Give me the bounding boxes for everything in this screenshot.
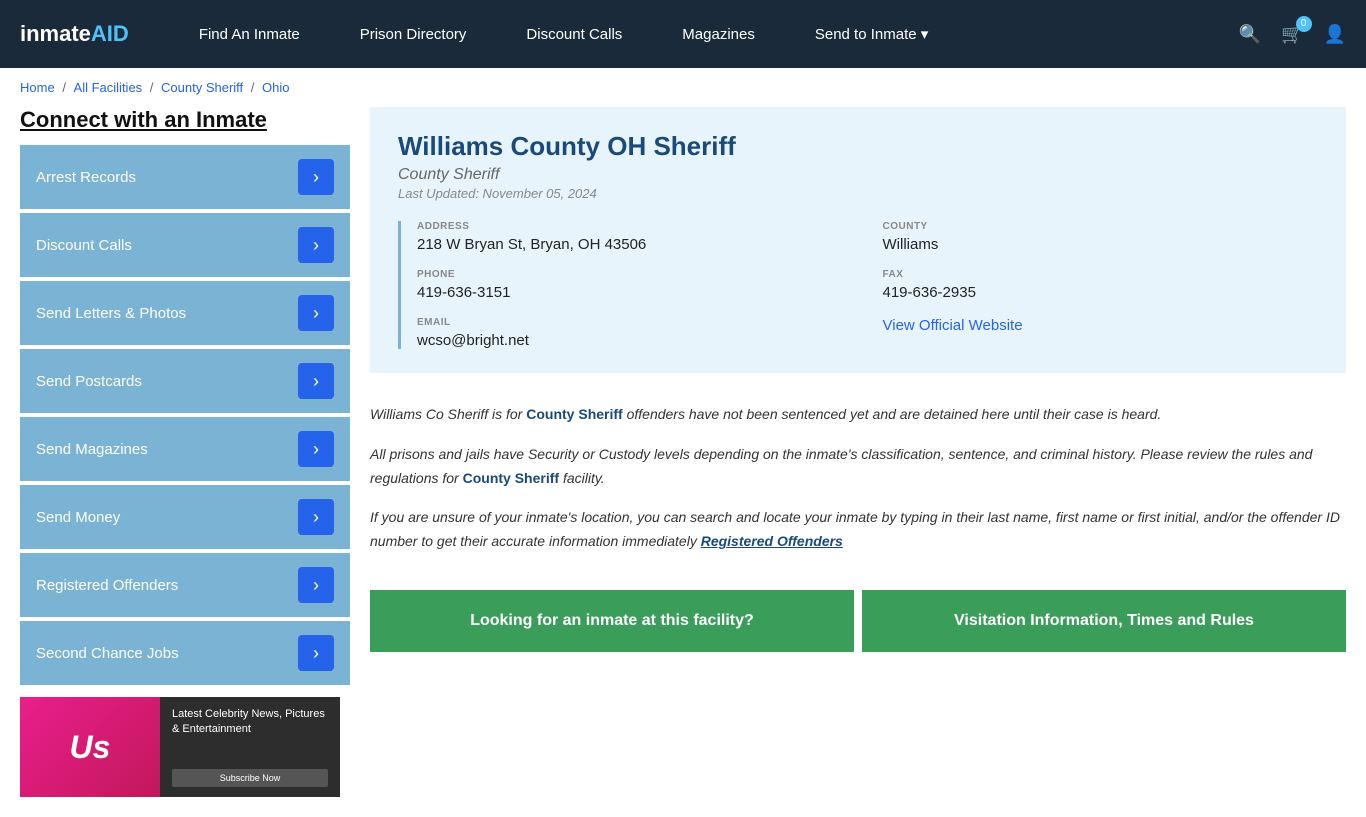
content-area: Williams County OH Sheriff County Sherif… (370, 107, 1346, 797)
sidebar-title: Connect with an Inmate (20, 107, 350, 133)
sidebar-item-send-magazines[interactable]: Send Magazines › (20, 417, 350, 481)
description-p2: All prisons and jails have Security or C… (370, 443, 1346, 491)
main-container: Connect with an Inmate Arrest Records › … (0, 107, 1366, 817)
fax-label: FAX (883, 269, 1319, 280)
phone-value: 419-636-3151 (417, 284, 853, 301)
description-p3: If you are unsure of your inmate's locat… (370, 506, 1346, 554)
registered-offenders-link[interactable]: Registered Offenders (701, 533, 843, 549)
arrow-icon: › (298, 295, 334, 331)
bottom-buttons: Looking for an inmate at this facility? … (370, 590, 1346, 652)
sidebar-item-discount-calls[interactable]: Discount Calls › (20, 213, 350, 277)
ad-logo: Us (20, 697, 160, 797)
website-link[interactable]: View Official Website (883, 317, 1023, 334)
fax-block: FAX 419-636-2935 (883, 269, 1319, 301)
nav-prison-directory[interactable]: Prison Directory (330, 0, 497, 68)
advertisement[interactable]: Us Latest Celebrity News, Pictures & Ent… (20, 697, 340, 797)
phone-label: PHONE (417, 269, 853, 280)
email-label: EMAIL (417, 317, 853, 328)
email-block: EMAIL wcso@bright.net (417, 317, 853, 349)
sidebar-item-send-money[interactable]: Send Money › (20, 485, 350, 549)
breadcrumb-all-facilities[interactable]: All Facilities (74, 80, 143, 95)
nav-links: Find An Inmate Prison Directory Discount… (169, 0, 1239, 68)
nav-find-inmate[interactable]: Find An Inmate (169, 0, 330, 68)
breadcrumb: Home / All Facilities / County Sheriff /… (0, 68, 1366, 107)
arrow-icon: › (298, 499, 334, 535)
facility-card: Williams County OH Sheriff County Sherif… (370, 107, 1346, 373)
looking-for-inmate-button[interactable]: Looking for an inmate at this facility? (370, 590, 854, 652)
address-label: ADDRESS (417, 221, 853, 232)
county-block: COUNTY Williams (883, 221, 1319, 253)
arrow-icon: › (298, 363, 334, 399)
facility-subtitle: County Sheriff (398, 166, 1318, 184)
sidebar-item-send-letters[interactable]: Send Letters & Photos › (20, 281, 350, 345)
visitation-info-button[interactable]: Visitation Information, Times and Rules (862, 590, 1346, 652)
facility-info: ADDRESS 218 W Bryan St, Bryan, OH 43506 … (398, 221, 1318, 349)
description-p1: Williams Co Sheriff is for County Sherif… (370, 403, 1346, 427)
breadcrumb-home[interactable]: Home (20, 80, 55, 95)
breadcrumb-ohio[interactable]: Ohio (262, 80, 289, 95)
breadcrumb-county-sheriff[interactable]: County Sheriff (161, 80, 243, 95)
sidebar-item-registered-offenders[interactable]: Registered Offenders › (20, 553, 350, 617)
facility-description: Williams Co Sheriff is for County Sherif… (370, 393, 1346, 580)
facility-last-updated: Last Updated: November 05, 2024 (398, 186, 1318, 201)
ad-headline: Latest Celebrity News, Pictures & Entert… (172, 707, 328, 738)
county-sheriff-highlight-1: County Sheriff (526, 406, 622, 422)
sidebar-item-send-postcards[interactable]: Send Postcards › (20, 349, 350, 413)
phone-block: PHONE 419-636-3151 (417, 269, 853, 301)
county-value: Williams (883, 236, 1319, 253)
ad-cta[interactable]: Subscribe Now (172, 769, 328, 787)
nav-send-to-inmate[interactable]: Send to Inmate ▾ (785, 0, 958, 68)
arrow-icon: › (298, 635, 334, 671)
sidebar-item-second-chance-jobs[interactable]: Second Chance Jobs › (20, 621, 350, 685)
arrow-icon: › (298, 227, 334, 263)
address-block: ADDRESS 218 W Bryan St, Bryan, OH 43506 (417, 221, 853, 253)
logo[interactable]: inmateAID (20, 21, 129, 47)
sidebar: Connect with an Inmate Arrest Records › … (20, 107, 350, 797)
nav-magazines[interactable]: Magazines (652, 0, 785, 68)
search-icon[interactable]: 🔍 (1239, 24, 1261, 45)
cart-icon[interactable]: 🛒 0 (1281, 24, 1303, 45)
arrow-icon: › (298, 567, 334, 603)
county-label: COUNTY (883, 221, 1319, 232)
arrow-icon: › (298, 431, 334, 467)
address-value: 218 W Bryan St, Bryan, OH 43506 (417, 236, 853, 253)
email-value: wcso@bright.net (417, 332, 853, 349)
user-icon[interactable]: 👤 (1324, 24, 1346, 45)
county-sheriff-highlight-2: County Sheriff (463, 470, 559, 486)
nav-icons: 🔍 🛒 0 👤 (1239, 24, 1346, 45)
sidebar-item-arrest-records[interactable]: Arrest Records › (20, 145, 350, 209)
cart-badge: 0 (1296, 16, 1312, 32)
facility-title: Williams County OH Sheriff (398, 131, 1318, 162)
nav-discount-calls[interactable]: Discount Calls (496, 0, 652, 68)
navbar: inmateAID Find An Inmate Prison Director… (0, 0, 1366, 68)
arrow-icon: › (298, 159, 334, 195)
fax-value: 419-636-2935 (883, 284, 1319, 301)
website-block: View Official Website (883, 317, 1319, 349)
